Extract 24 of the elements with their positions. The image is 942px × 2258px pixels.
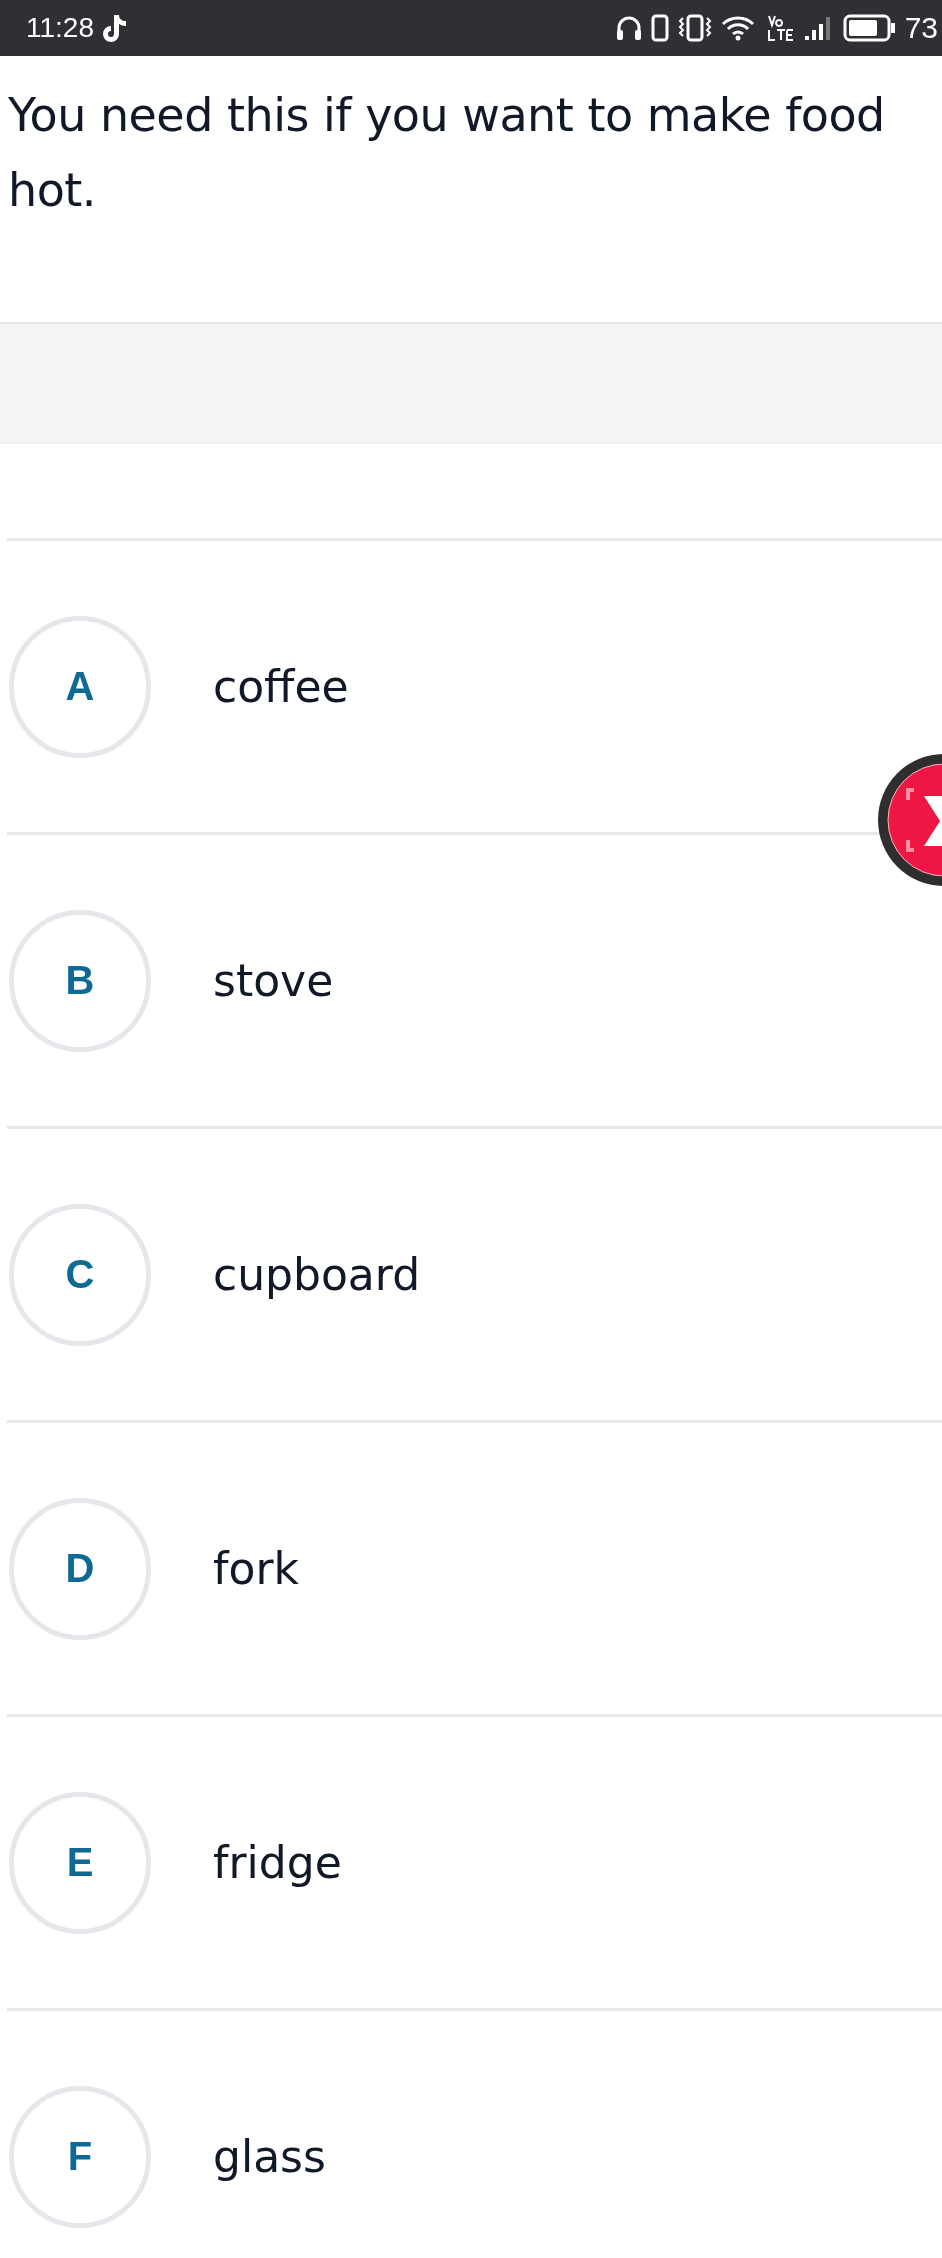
answer-option[interactable]: D fork	[7, 1423, 942, 1717]
option-text: fork	[213, 1543, 299, 1594]
wifi-icon	[720, 14, 757, 42]
option-letter: B	[9, 909, 151, 1052]
music-note-icon	[102, 13, 128, 43]
option-text: glass	[213, 2131, 326, 2182]
answer-option[interactable]: C cupboard	[7, 1129, 942, 1423]
option-letter: A	[9, 615, 151, 758]
answer-option[interactable]: F glass	[7, 2011, 942, 2258]
headphones-icon	[614, 14, 643, 42]
phone-icon	[650, 14, 669, 42]
option-text: cupboard	[213, 1249, 421, 1300]
clock-time: 11:28	[26, 12, 94, 44]
option-letter: C	[9, 1203, 151, 1346]
option-text: fridge	[213, 1837, 342, 1888]
option-letter: F	[9, 2085, 151, 2228]
battery-icon	[842, 14, 897, 42]
battery-percent: 73	[904, 11, 938, 45]
option-letter: D	[9, 1497, 151, 1640]
answer-option[interactable]: E fridge	[7, 1717, 942, 2011]
option-text: coffee	[213, 661, 349, 712]
vibrate-icon	[676, 14, 713, 42]
option-text: stove	[213, 955, 334, 1006]
option-letter: E	[9, 1791, 151, 1934]
